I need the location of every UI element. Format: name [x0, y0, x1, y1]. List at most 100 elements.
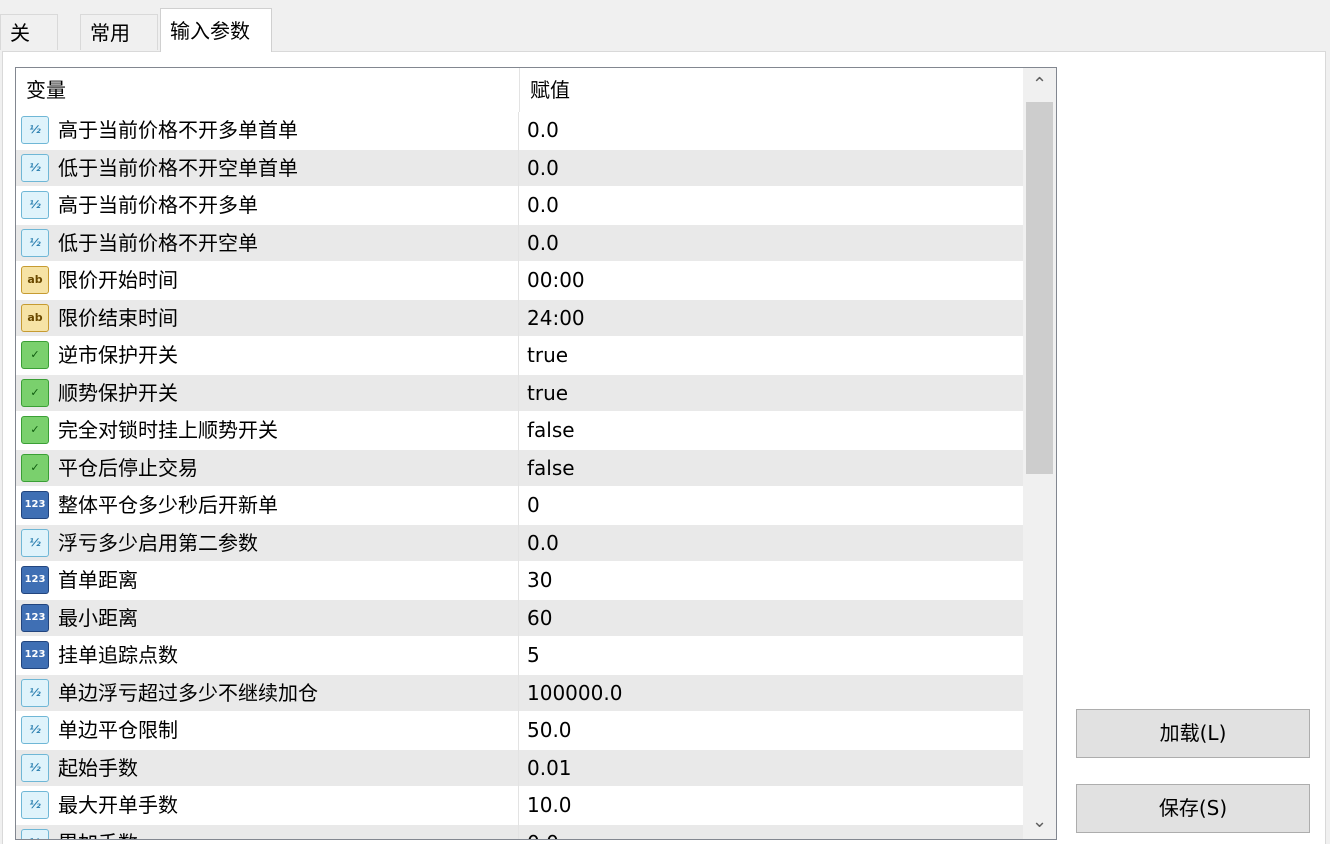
table-row[interactable]: ½ 低于当前价格不开空单首单 0.0: [16, 149, 1023, 188]
table-row[interactable]: ✓ 完全对锁时挂上顺势开关 false: [16, 412, 1023, 450]
variable-cell[interactable]: ½ 浮亏多少启用第二参数: [16, 524, 519, 562]
table-row[interactable]: 123 首单距离 30: [16, 562, 1023, 600]
value-cell[interactable]: 0.01: [527, 750, 572, 788]
variable-cell[interactable]: ½ 低于当前价格不开空单首单: [16, 149, 519, 187]
variable-cell[interactable]: ½ 高于当前价格不开多单首单: [16, 112, 519, 150]
value-cell[interactable]: 0.0: [527, 187, 559, 225]
variable-name: 起始手数: [58, 755, 138, 780]
variable-name: 最小距离: [58, 605, 138, 630]
variable-name: 限价结束时间: [58, 305, 178, 330]
variable-name: 低于当前价格不开空单首单: [58, 155, 298, 180]
tab-common[interactable]: 常用: [80, 14, 158, 50]
table-row[interactable]: ½ 高于当前价格不开多单 0.0: [16, 187, 1023, 225]
value-cell[interactable]: true: [527, 337, 568, 375]
bool-type-icon: ✓: [21, 453, 49, 482]
variable-name: 高于当前价格不开多单首单: [58, 118, 298, 142]
double-type-icon: ½: [21, 116, 49, 144]
column-header-value[interactable]: 赋值: [520, 68, 1023, 112]
value-cell[interactable]: 100000.0: [527, 675, 622, 713]
integer-type-icon: 123: [21, 603, 49, 632]
variable-name: 高于当前价格不开多单: [58, 193, 258, 217]
variable-cell[interactable]: ½ 最大开单手数: [16, 787, 519, 825]
variable-name: 浮亏多少启用第二参数: [58, 530, 258, 555]
tab-input-parameters[interactable]: 输入参数: [160, 8, 272, 52]
value-cell[interactable]: 0.0: [527, 525, 559, 563]
variable-name: 限价开始时间: [58, 268, 178, 292]
scroll-down-arrow-icon[interactable]: ⌄: [1023, 805, 1056, 839]
table-row[interactable]: ½ 起始手数 0.01: [16, 749, 1023, 788]
value-cell[interactable]: 30: [527, 562, 552, 600]
variable-name: 低于当前价格不开空单: [58, 230, 258, 255]
variable-name: 逆市保护开关: [58, 343, 178, 367]
value-cell[interactable]: 0: [527, 487, 540, 525]
integer-type-icon: 123: [21, 566, 49, 594]
variable-name: 单边平仓限制: [58, 718, 178, 742]
table-row[interactable]: ab 限价结束时间 24:00: [16, 299, 1023, 338]
table-row[interactable]: ✓ 平仓后停止交易 false: [16, 449, 1023, 488]
variable-cell[interactable]: ✓ 完全对锁时挂上顺势开关: [16, 412, 519, 450]
table-row[interactable]: ½ 最大开单手数 10.0: [16, 787, 1023, 825]
table-row[interactable]: ½ 累加手数 0.0: [16, 824, 1023, 840]
double-type-icon: ½: [21, 678, 49, 707]
variable-name: 单边浮亏超过多少不继续加仓: [58, 680, 318, 705]
value-cell[interactable]: 0.0: [527, 112, 559, 150]
scrollbar-thumb[interactable]: [1026, 102, 1053, 474]
value-cell[interactable]: 10.0: [527, 787, 572, 825]
value-cell[interactable]: false: [527, 412, 575, 450]
table-row[interactable]: ✓ 逆市保护开关 true: [16, 337, 1023, 375]
table-row[interactable]: ½ 浮亏多少启用第二参数 0.0: [16, 524, 1023, 563]
table-row[interactable]: ½ 单边浮亏超过多少不继续加仓 100000.0: [16, 674, 1023, 713]
variable-cell[interactable]: ½ 单边平仓限制: [16, 712, 519, 750]
value-cell[interactable]: false: [527, 450, 575, 488]
double-type-icon: ½: [21, 753, 49, 782]
variable-name: 整体平仓多少秒后开新单: [58, 493, 278, 517]
string-type-icon: ab: [21, 303, 49, 332]
variable-name: 顺势保护开关: [58, 380, 178, 405]
double-type-icon: ½: [21, 716, 49, 744]
variable-cell[interactable]: ½ 低于当前价格不开空单: [16, 224, 519, 262]
tab-about[interactable]: 关于: [0, 14, 58, 81]
variable-cell[interactable]: ab 限价开始时间: [16, 262, 519, 300]
save-button[interactable]: 保存(S): [1076, 784, 1310, 833]
string-type-icon: ab: [21, 266, 49, 294]
grid-header: 变量 赋值: [16, 68, 1023, 112]
variable-cell[interactable]: ✓ 顺势保护开关: [16, 374, 519, 412]
variable-cell[interactable]: ½ 累加手数: [16, 824, 519, 839]
table-row[interactable]: ½ 单边平仓限制 50.0: [16, 712, 1023, 750]
table-row[interactable]: ab 限价开始时间 00:00: [16, 262, 1023, 300]
tab-strip: 关于 常用 输入参数: [0, 0, 1330, 81]
column-header-variable[interactable]: 变量: [16, 68, 519, 112]
scroll-up-arrow-icon[interactable]: ⌃: [1023, 68, 1056, 102]
value-cell[interactable]: 24:00: [527, 300, 585, 338]
value-cell[interactable]: 50.0: [527, 712, 572, 750]
table-row[interactable]: 123 整体平仓多少秒后开新单 0: [16, 487, 1023, 525]
value-cell[interactable]: true: [527, 375, 568, 413]
value-cell[interactable]: 0.0: [527, 825, 559, 840]
variable-cell[interactable]: 123 首单距离: [16, 562, 519, 600]
variable-cell[interactable]: ✓ 平仓后停止交易: [16, 449, 519, 487]
value-cell[interactable]: 5: [527, 637, 540, 675]
variable-cell[interactable]: 123 最小距离: [16, 599, 519, 637]
variable-cell[interactable]: ½ 高于当前价格不开多单: [16, 187, 519, 225]
double-type-icon: ½: [21, 828, 49, 839]
integer-type-icon: 123: [21, 491, 49, 519]
double-type-icon: ½: [21, 528, 49, 557]
value-cell[interactable]: 0.0: [527, 225, 559, 263]
variable-cell[interactable]: ½ 起始手数: [16, 749, 519, 787]
table-row[interactable]: 123 挂单追踪点数 5: [16, 637, 1023, 675]
variable-cell[interactable]: 123 整体平仓多少秒后开新单: [16, 487, 519, 525]
table-row[interactable]: 123 最小距离 60: [16, 599, 1023, 638]
value-cell[interactable]: 00:00: [527, 262, 585, 300]
variable-cell[interactable]: ✓ 逆市保护开关: [16, 337, 519, 375]
load-button[interactable]: 加载(L): [1076, 709, 1310, 758]
variable-cell[interactable]: 123 挂单追踪点数: [16, 637, 519, 675]
vertical-scrollbar[interactable]: ⌃ ⌄: [1023, 68, 1056, 839]
variable-cell[interactable]: ½ 单边浮亏超过多少不继续加仓: [16, 674, 519, 712]
variable-cell[interactable]: ab 限价结束时间: [16, 299, 519, 337]
value-cell[interactable]: 60: [527, 600, 552, 638]
table-row[interactable]: ½ 低于当前价格不开空单 0.0: [16, 224, 1023, 263]
double-type-icon: ½: [21, 153, 49, 182]
table-row[interactable]: ½ 高于当前价格不开多单首单 0.0: [16, 112, 1023, 150]
value-cell[interactable]: 0.0: [527, 150, 559, 188]
table-row[interactable]: ✓ 顺势保护开关 true: [16, 374, 1023, 413]
